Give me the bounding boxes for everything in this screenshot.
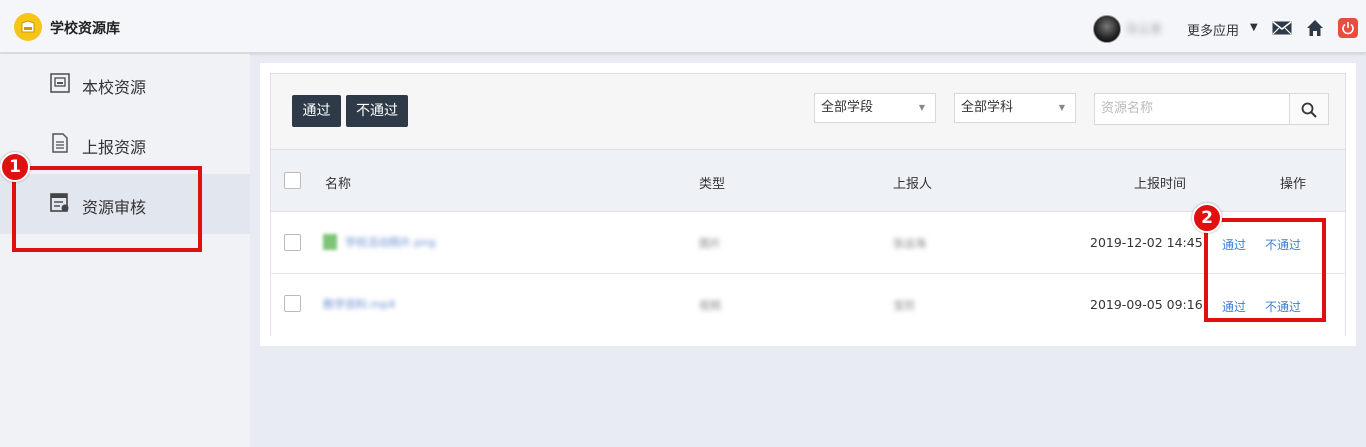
annotation-marker-1: 1 <box>0 152 30 182</box>
mail-icon[interactable] <box>1272 21 1292 39</box>
reporter-name: 宝欣 <box>893 299 915 312</box>
table-row: 教学资料.mp4 视频 宝欣 2019-09-05 09:16 通过 不通过 <box>271 274 1345 336</box>
resource-type: 图片 <box>699 237 721 250</box>
document-icon <box>50 133 70 157</box>
search-button[interactable] <box>1290 93 1329 125</box>
resource-name-link[interactable]: 学校活动照片.png <box>345 234 435 250</box>
chevron-down-icon[interactable]: ▼ <box>1250 22 1258 33</box>
search-input[interactable]: 资源名称 <box>1094 93 1290 125</box>
annotation-box-2 <box>1204 218 1326 322</box>
sidebar-item-label: 本校资源 <box>82 78 147 97</box>
annotation-marker-2: 2 <box>1192 203 1222 233</box>
archive-icon <box>50 73 70 97</box>
caret-down-icon: ▼ <box>1058 103 1065 112</box>
select-all-checkbox[interactable] <box>284 172 301 189</box>
report-time: 2019-09-05 09:16 <box>1090 297 1203 312</box>
review-table: 名称 类型 上报人 上报时间 操作 学校活动照片.png 图片 张运海 2019… <box>270 149 1346 336</box>
subject-select-value: 全部学科 <box>961 100 1014 115</box>
row-checkbox[interactable] <box>284 295 301 312</box>
annotation-box-1 <box>12 166 202 252</box>
column-header-type: 类型 <box>699 177 726 192</box>
caret-down-icon: ▼ <box>918 103 925 112</box>
resource-name-link[interactable]: 教学资料.mp4 <box>323 296 395 312</box>
column-header-time: 上报时间 <box>1134 177 1187 192</box>
reject-button[interactable]: 不通过 <box>346 95 408 127</box>
subject-select[interactable]: 全部学科 ▼ <box>954 93 1076 123</box>
column-header-reporter: 上报人 <box>893 177 933 192</box>
avatar[interactable] <box>1093 15 1121 43</box>
resource-type: 视频 <box>699 299 721 312</box>
approve-button[interactable]: 通过 <box>292 95 341 127</box>
table-header: 名称 类型 上报人 上报时间 操作 <box>271 150 1345 212</box>
stage-select-value: 全部学段 <box>821 100 874 115</box>
table-row: 学校活动照片.png 图片 张运海 2019-12-02 14:45 通过 不通… <box>271 212 1345 274</box>
column-header-name: 名称 <box>325 177 352 192</box>
image-file-icon <box>323 234 337 250</box>
home-icon[interactable] <box>1306 19 1324 41</box>
sidebar-item-school-resources[interactable]: 本校资源 <box>0 54 250 114</box>
sidebar-item-label: 上报资源 <box>82 138 147 157</box>
search-icon <box>1301 102 1317 118</box>
column-header-actions: 操作 <box>1280 177 1307 192</box>
app-title: 学校资源库 <box>50 21 120 37</box>
reporter-name: 张运海 <box>893 237 926 250</box>
report-time: 2019-12-02 14:45 <box>1090 235 1203 250</box>
row-checkbox[interactable] <box>284 234 301 251</box>
top-header: 学校资源库 张云果 更多应用 ▼ <box>0 0 1366 53</box>
power-icon[interactable] <box>1338 18 1358 38</box>
stage-select[interactable]: 全部学段 ▼ <box>814 93 936 123</box>
more-apps-menu[interactable]: 更多应用 <box>1187 20 1239 39</box>
sidebar-item-reported-resources[interactable]: 上报资源 <box>0 114 250 174</box>
username[interactable]: 张云果 <box>1126 20 1162 37</box>
logo-icon[interactable] <box>14 13 42 41</box>
